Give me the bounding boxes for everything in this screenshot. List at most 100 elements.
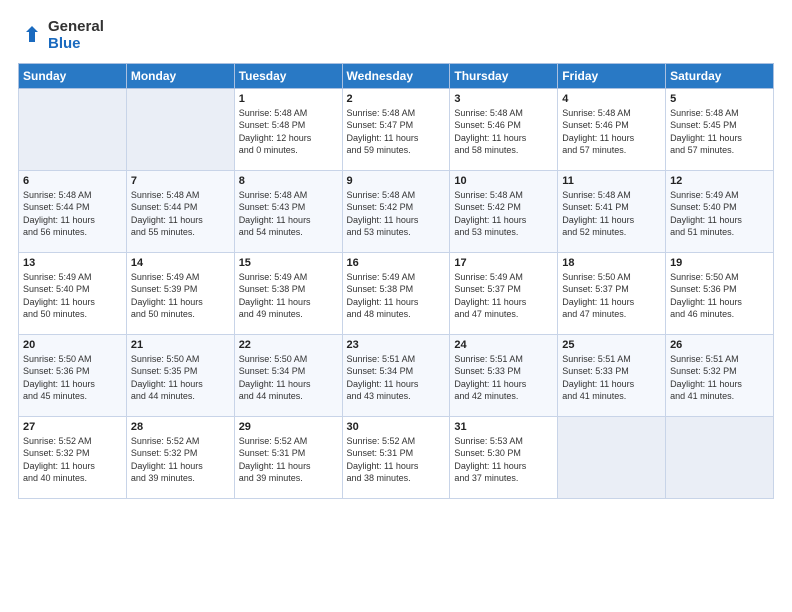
day-cell: 31Sunrise: 5:53 AMSunset: 5:30 PMDayligh… xyxy=(450,416,558,498)
col-header-saturday: Saturday xyxy=(666,63,774,88)
day-number: 16 xyxy=(347,257,446,269)
day-cell xyxy=(558,416,666,498)
day-cell: 7Sunrise: 5:48 AMSunset: 5:44 PMDaylight… xyxy=(126,170,234,252)
week-row-1: 1 Sunrise: 5:48 AMSunset: 5:48 PMDaylight… xyxy=(19,88,774,170)
calendar-page: General Blue SundayMondayTuesdayWednesda… xyxy=(0,0,792,612)
day-info: Sunrise: 5:50 AMSunset: 5:37 PMDaylight:… xyxy=(562,271,661,321)
day-number: 30 xyxy=(347,421,446,433)
day-info: Sunrise: 5:48 AMSunset: 5:43 PMDaylight:… xyxy=(239,189,338,239)
col-header-wednesday: Wednesday xyxy=(342,63,450,88)
day-cell: 24Sunrise: 5:51 AMSunset: 5:33 PMDayligh… xyxy=(450,334,558,416)
day-number: 4 xyxy=(562,93,661,105)
day-info: Sunrise: 5:50 AMSunset: 5:36 PMDaylight:… xyxy=(23,353,122,403)
day-info: Sunrise: 5:51 AMSunset: 5:33 PMDaylight:… xyxy=(562,353,661,403)
day-number: 2 xyxy=(347,93,446,105)
week-row-3: 13 Sunrise: 5:49 AMSunset: 5:40 PMDayligh… xyxy=(19,252,774,334)
day-info: Sunrise: 5:48 AMSunset: 5:42 PMDaylight:… xyxy=(347,189,446,239)
day-cell xyxy=(666,416,774,498)
day-number: 23 xyxy=(347,339,446,351)
day-cell: 1 Sunrise: 5:48 AMSunset: 5:48 PMDaylight… xyxy=(234,88,342,170)
logo-blue: Blue xyxy=(48,35,104,52)
day-cell: 22 Sunrise: 5:50 AMSunset: 5:34 PMDayligh… xyxy=(234,334,342,416)
day-cell: 6 Sunrise: 5:48 AMSunset: 5:44 PMDaylight… xyxy=(19,170,127,252)
day-info: Sunrise: 5:52 AMSunset: 5:31 PMDaylight:… xyxy=(347,435,446,485)
week-row-5: 27 Sunrise: 5:52 AMSunset: 5:32 PMDayligh… xyxy=(19,416,774,498)
day-cell: 3 Sunrise: 5:48 AMSunset: 5:46 PMDaylight… xyxy=(450,88,558,170)
day-number: 26 xyxy=(670,339,769,351)
logo-general: General xyxy=(48,18,104,35)
logo-icon xyxy=(18,24,40,46)
day-number: 14 xyxy=(131,257,230,269)
day-cell: 11 Sunrise: 5:48 AMSunset: 5:41 PMDayligh… xyxy=(558,170,666,252)
day-info: Sunrise: 5:51 AMSunset: 5:34 PMDaylight:… xyxy=(347,353,446,403)
logo: General Blue xyxy=(18,18,104,53)
day-info: Sunrise: 5:48 AMSunset: 5:46 PMDaylight:… xyxy=(454,107,553,157)
day-info: Sunrise: 5:48 AMSunset: 5:46 PMDaylight:… xyxy=(562,107,661,157)
day-cell: 20Sunrise: 5:50 AMSunset: 5:36 PMDayligh… xyxy=(19,334,127,416)
day-cell: 29Sunrise: 5:52 AMSunset: 5:31 PMDayligh… xyxy=(234,416,342,498)
day-cell xyxy=(126,88,234,170)
day-info: Sunrise: 5:51 AMSunset: 5:33 PMDaylight:… xyxy=(454,353,553,403)
day-number: 1 xyxy=(239,93,338,105)
day-number: 15 xyxy=(239,257,338,269)
day-cell: 30 Sunrise: 5:52 AMSunset: 5:31 PMDayligh… xyxy=(342,416,450,498)
day-number: 11 xyxy=(562,175,661,187)
day-number: 29 xyxy=(239,421,338,433)
day-info: Sunrise: 5:49 AMSunset: 5:38 PMDaylight:… xyxy=(239,271,338,321)
col-header-friday: Friday xyxy=(558,63,666,88)
day-number: 10 xyxy=(454,175,553,187)
day-cell: 8Sunrise: 5:48 AMSunset: 5:43 PMDaylight… xyxy=(234,170,342,252)
col-header-tuesday: Tuesday xyxy=(234,63,342,88)
day-number: 7 xyxy=(131,175,230,187)
day-cell: 26Sunrise: 5:51 AMSunset: 5:32 PMDayligh… xyxy=(666,334,774,416)
day-cell: 27Sunrise: 5:52 AMSunset: 5:32 PMDayligh… xyxy=(19,416,127,498)
day-cell: 28 Sunrise: 5:52 AMSunset: 5:32 PMDayligh… xyxy=(126,416,234,498)
day-number: 17 xyxy=(454,257,553,269)
day-number: 31 xyxy=(454,421,553,433)
day-info: Sunrise: 5:49 AMSunset: 5:40 PMDaylight:… xyxy=(23,271,122,321)
day-number: 22 xyxy=(239,339,338,351)
day-info: Sunrise: 5:49 AMSunset: 5:39 PMDaylight:… xyxy=(131,271,230,321)
week-row-2: 6 Sunrise: 5:48 AMSunset: 5:44 PMDaylight… xyxy=(19,170,774,252)
day-cell: 21Sunrise: 5:50 AMSunset: 5:35 PMDayligh… xyxy=(126,334,234,416)
day-number: 12 xyxy=(670,175,769,187)
day-number: 28 xyxy=(131,421,230,433)
day-cell: 9 Sunrise: 5:48 AMSunset: 5:42 PMDaylight… xyxy=(342,170,450,252)
day-number: 6 xyxy=(23,175,122,187)
day-info: Sunrise: 5:49 AMSunset: 5:37 PMDaylight:… xyxy=(454,271,553,321)
day-number: 9 xyxy=(347,175,446,187)
day-info: Sunrise: 5:49 AMSunset: 5:40 PMDaylight:… xyxy=(670,189,769,239)
header: General Blue xyxy=(18,18,774,53)
day-number: 13 xyxy=(23,257,122,269)
day-number: 25 xyxy=(562,339,661,351)
day-number: 18 xyxy=(562,257,661,269)
day-info: Sunrise: 5:48 AMSunset: 5:41 PMDaylight:… xyxy=(562,189,661,239)
header-row: SundayMondayTuesdayWednesdayThursdayFrid… xyxy=(19,63,774,88)
day-info: Sunrise: 5:50 AMSunset: 5:34 PMDaylight:… xyxy=(239,353,338,403)
day-number: 27 xyxy=(23,421,122,433)
day-cell: 5 Sunrise: 5:48 AMSunset: 5:45 PMDaylight… xyxy=(666,88,774,170)
day-info: Sunrise: 5:50 AMSunset: 5:36 PMDaylight:… xyxy=(670,271,769,321)
day-cell: 16Sunrise: 5:49 AMSunset: 5:38 PMDayligh… xyxy=(342,252,450,334)
day-number: 21 xyxy=(131,339,230,351)
day-info: Sunrise: 5:48 AMSunset: 5:48 PMDaylight:… xyxy=(239,107,338,157)
col-header-monday: Monday xyxy=(126,63,234,88)
day-cell: 19Sunrise: 5:50 AMSunset: 5:36 PMDayligh… xyxy=(666,252,774,334)
day-cell: 4 Sunrise: 5:48 AMSunset: 5:46 PMDaylight… xyxy=(558,88,666,170)
day-info: Sunrise: 5:48 AMSunset: 5:42 PMDaylight:… xyxy=(454,189,553,239)
week-row-4: 20Sunrise: 5:50 AMSunset: 5:36 PMDayligh… xyxy=(19,334,774,416)
day-cell: 10 Sunrise: 5:48 AMSunset: 5:42 PMDayligh… xyxy=(450,170,558,252)
day-number: 3 xyxy=(454,93,553,105)
day-info: Sunrise: 5:48 AMSunset: 5:47 PMDaylight:… xyxy=(347,107,446,157)
day-cell: 23 Sunrise: 5:51 AMSunset: 5:34 PMDayligh… xyxy=(342,334,450,416)
col-header-sunday: Sunday xyxy=(19,63,127,88)
day-cell: 13 Sunrise: 5:49 AMSunset: 5:40 PMDayligh… xyxy=(19,252,127,334)
day-cell: 18 Sunrise: 5:50 AMSunset: 5:37 PMDayligh… xyxy=(558,252,666,334)
day-info: Sunrise: 5:52 AMSunset: 5:32 PMDaylight:… xyxy=(131,435,230,485)
day-info: Sunrise: 5:48 AMSunset: 5:45 PMDaylight:… xyxy=(670,107,769,157)
day-cell: 15 Sunrise: 5:49 AMSunset: 5:38 PMDayligh… xyxy=(234,252,342,334)
day-cell xyxy=(19,88,127,170)
day-number: 5 xyxy=(670,93,769,105)
day-cell: 14 Sunrise: 5:49 AMSunset: 5:39 PMDayligh… xyxy=(126,252,234,334)
day-info: Sunrise: 5:48 AMSunset: 5:44 PMDaylight:… xyxy=(23,189,122,239)
